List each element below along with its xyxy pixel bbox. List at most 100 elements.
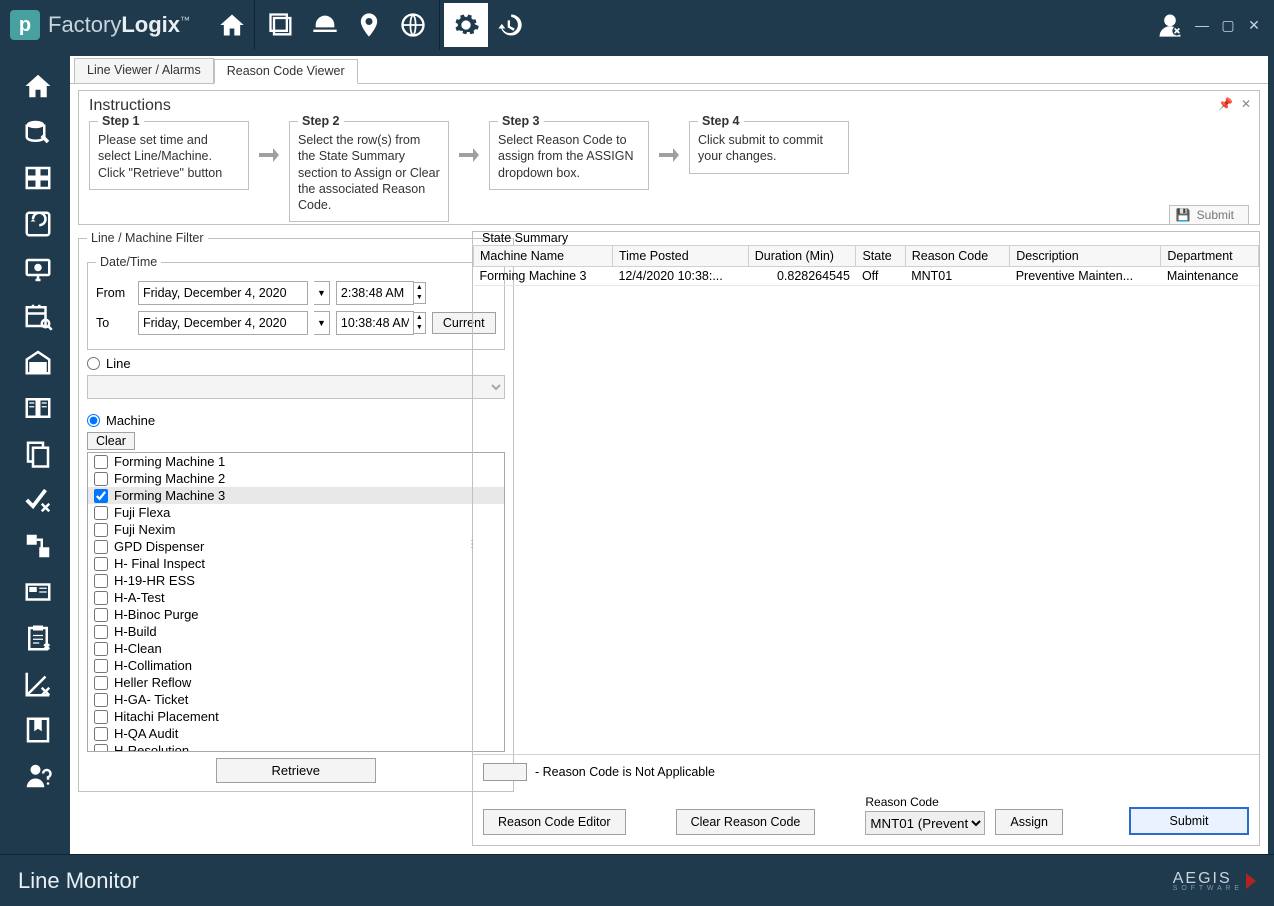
retrieve-button[interactable]: Retrieve bbox=[216, 758, 376, 783]
machine-checkbox[interactable] bbox=[94, 472, 108, 486]
side-history-icon[interactable] bbox=[17, 204, 59, 244]
side-book-icon[interactable] bbox=[17, 388, 59, 428]
instructions-title: Instructions bbox=[89, 97, 1249, 115]
machine-checkbox[interactable] bbox=[94, 642, 108, 656]
clear-machines-button[interactable]: Clear bbox=[87, 432, 135, 450]
to-time-input[interactable] bbox=[336, 311, 414, 335]
maximize-button[interactable]: ▢ bbox=[1218, 15, 1238, 35]
from-date-input[interactable] bbox=[138, 281, 308, 305]
to-time-spinner[interactable]: ▲▼ bbox=[414, 312, 426, 334]
list-item[interactable]: H-Resolution bbox=[88, 742, 504, 752]
list-item[interactable]: H-QA Audit bbox=[88, 725, 504, 742]
list-item[interactable]: Hitachi Placement bbox=[88, 708, 504, 725]
list-item[interactable]: Forming Machine 2 bbox=[88, 470, 504, 487]
side-shapes-icon[interactable] bbox=[17, 526, 59, 566]
user-icon[interactable] bbox=[1154, 9, 1186, 41]
side-warehouse-icon[interactable] bbox=[17, 342, 59, 382]
column-header[interactable]: Duration (Min) bbox=[748, 246, 856, 267]
reason-code-editor-button[interactable]: Reason Code Editor bbox=[483, 809, 626, 835]
side-calendar-search-icon[interactable] bbox=[17, 296, 59, 336]
machine-checkbox[interactable] bbox=[94, 455, 108, 469]
list-item[interactable]: H-GA- Ticket bbox=[88, 691, 504, 708]
list-item[interactable]: Fuji Flexa bbox=[88, 504, 504, 521]
column-header[interactable]: Machine Name bbox=[474, 246, 613, 267]
line-select[interactable] bbox=[87, 375, 505, 399]
side-docs-icon[interactable] bbox=[17, 434, 59, 474]
side-clipboard-x-icon[interactable] bbox=[17, 618, 59, 658]
machine-checkbox[interactable] bbox=[94, 591, 108, 605]
close-button[interactable]: ✕ bbox=[1244, 15, 1264, 35]
side-home-icon[interactable] bbox=[17, 66, 59, 106]
machine-checkbox[interactable] bbox=[94, 540, 108, 554]
assign-button[interactable]: Assign bbox=[995, 809, 1063, 835]
machine-checkbox[interactable] bbox=[94, 727, 108, 741]
side-help-user-icon[interactable] bbox=[17, 756, 59, 796]
machine-checkbox[interactable] bbox=[94, 506, 108, 520]
side-bookmark-icon[interactable] bbox=[17, 710, 59, 750]
list-item[interactable]: Forming Machine 3 bbox=[88, 487, 504, 504]
gear-icon[interactable] bbox=[444, 3, 488, 47]
machine-checkbox[interactable] bbox=[94, 625, 108, 639]
arrow-icon bbox=[655, 121, 683, 170]
pin-icon[interactable]: 📌 bbox=[1218, 97, 1233, 111]
side-monitor-icon[interactable] bbox=[17, 250, 59, 290]
machine-checkbox[interactable] bbox=[94, 557, 108, 571]
location-icon[interactable] bbox=[347, 3, 391, 47]
machine-checkbox[interactable] bbox=[94, 523, 108, 537]
list-item[interactable]: H-19-HR ESS bbox=[88, 572, 504, 589]
column-header[interactable]: State bbox=[856, 246, 905, 267]
list-item[interactable]: H-Build bbox=[88, 623, 504, 640]
column-header[interactable]: Reason Code bbox=[905, 246, 1009, 267]
list-item[interactable]: H-Clean bbox=[88, 640, 504, 657]
from-time-input[interactable] bbox=[336, 281, 414, 305]
column-header[interactable]: Description bbox=[1010, 246, 1161, 267]
reason-code-select[interactable]: MNT01 (Preventiv... bbox=[865, 811, 985, 835]
clear-reason-code-button[interactable]: Clear Reason Code bbox=[676, 809, 816, 835]
history-icon[interactable] bbox=[488, 3, 532, 47]
globe-icon[interactable] bbox=[391, 3, 435, 47]
instructions-submit-button[interactable]: 💾 Submit bbox=[1169, 205, 1249, 224]
state-summary-grid[interactable]: Machine NameTime PostedDuration (Min)Sta… bbox=[473, 245, 1259, 286]
from-date-dropdown[interactable]: ▼ bbox=[314, 281, 330, 305]
side-check-x-icon[interactable] bbox=[17, 480, 59, 520]
stack-icon[interactable] bbox=[259, 3, 303, 47]
to-date-dropdown[interactable]: ▼ bbox=[314, 311, 330, 335]
tab-reason-code-viewer[interactable]: Reason Code Viewer bbox=[214, 59, 358, 84]
minimize-button[interactable]: ― bbox=[1192, 15, 1212, 35]
line-radio[interactable] bbox=[87, 357, 100, 370]
from-time-spinner[interactable]: ▲▼ bbox=[414, 282, 426, 304]
helmet-icon[interactable] bbox=[303, 3, 347, 47]
list-item[interactable]: H- Final Inspect bbox=[88, 555, 504, 572]
machine-checkbox[interactable] bbox=[94, 710, 108, 724]
column-header[interactable]: Department bbox=[1161, 246, 1259, 267]
list-item[interactable]: Forming Machine 1 bbox=[88, 453, 504, 470]
list-item[interactable]: H-Collimation bbox=[88, 657, 504, 674]
machine-list[interactable]: Forming Machine 1Forming Machine 2Formin… bbox=[87, 452, 505, 752]
side-layout-icon[interactable] bbox=[17, 158, 59, 198]
side-db-edit-icon[interactable] bbox=[17, 112, 59, 152]
machine-radio[interactable] bbox=[87, 414, 100, 427]
filter-legend: Line / Machine Filter bbox=[87, 231, 208, 245]
side-ruler-x-icon[interactable] bbox=[17, 664, 59, 704]
machine-checkbox[interactable] bbox=[94, 574, 108, 588]
to-date-input[interactable] bbox=[138, 311, 308, 335]
column-header[interactable]: Time Posted bbox=[612, 246, 748, 267]
close-panel-icon[interactable]: ✕ bbox=[1241, 97, 1251, 111]
machine-checkbox[interactable] bbox=[94, 744, 108, 753]
list-item[interactable]: H-A-Test bbox=[88, 589, 504, 606]
side-card-icon[interactable] bbox=[17, 572, 59, 612]
machine-checkbox[interactable] bbox=[94, 693, 108, 707]
list-item[interactable]: H-Binoc Purge bbox=[88, 606, 504, 623]
table-row[interactable]: Forming Machine 312/4/2020 10:38:...0.82… bbox=[474, 267, 1259, 286]
machine-checkbox[interactable] bbox=[94, 659, 108, 673]
machine-checkbox[interactable] bbox=[94, 489, 108, 503]
splitter-handle[interactable]: ⋮ bbox=[467, 539, 477, 550]
list-item[interactable]: Fuji Nexim bbox=[88, 521, 504, 538]
machine-checkbox[interactable] bbox=[94, 676, 108, 690]
submit-button[interactable]: Submit bbox=[1129, 807, 1249, 835]
machine-checkbox[interactable] bbox=[94, 608, 108, 622]
home-icon[interactable] bbox=[210, 3, 254, 47]
list-item[interactable]: GPD Dispenser bbox=[88, 538, 504, 555]
tab-line-viewer-alarms[interactable]: Line Viewer / Alarms bbox=[74, 58, 214, 83]
list-item[interactable]: Heller Reflow bbox=[88, 674, 504, 691]
